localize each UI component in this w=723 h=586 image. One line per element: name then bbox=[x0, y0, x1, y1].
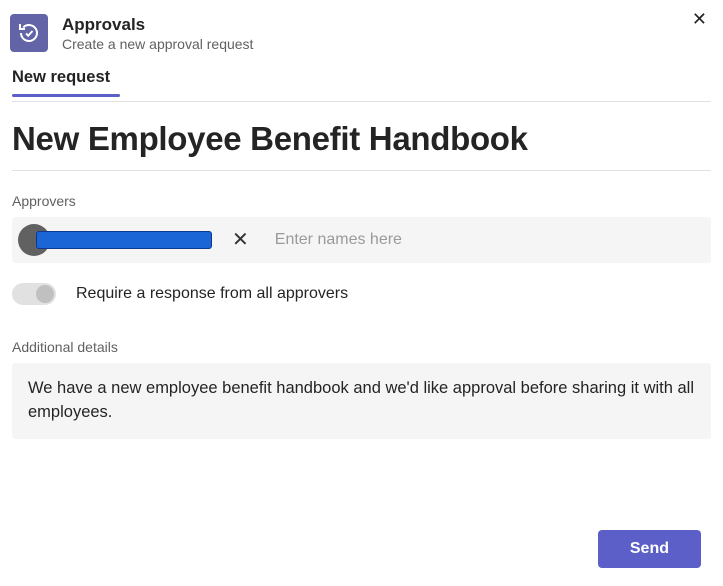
tab-underline bbox=[12, 94, 120, 97]
content-area: New Employee Benefit Handbook Approvers … bbox=[0, 120, 723, 439]
approver-chip[interactable] bbox=[36, 231, 212, 249]
approvers-field[interactable]: ✕ bbox=[12, 217, 711, 263]
additional-details-input[interactable]: We have a new employee benefit handbook … bbox=[12, 363, 711, 439]
footer: Send bbox=[598, 530, 701, 568]
require-response-label: Require a response from all approvers bbox=[76, 285, 348, 303]
remove-approver-icon[interactable]: ✕ bbox=[232, 230, 249, 250]
tab-new-request[interactable]: New request bbox=[12, 68, 110, 93]
tab-bar: New request bbox=[0, 60, 723, 97]
send-button[interactable]: Send bbox=[598, 530, 701, 568]
divider bbox=[12, 170, 711, 171]
approvals-icon bbox=[10, 14, 48, 52]
close-button[interactable]: ✕ bbox=[692, 10, 707, 28]
require-response-row: Require a response from all approvers bbox=[12, 283, 711, 305]
approvers-label: Approvers bbox=[12, 193, 711, 209]
toggle-thumb bbox=[36, 285, 54, 303]
divider bbox=[12, 101, 711, 102]
approvers-input[interactable] bbox=[275, 221, 703, 259]
header-text: Approvals Create a new approval request bbox=[62, 15, 253, 52]
page-title: New Employee Benefit Handbook bbox=[12, 120, 711, 158]
require-response-toggle[interactable] bbox=[12, 283, 56, 305]
app-subtitle: Create a new approval request bbox=[62, 36, 253, 52]
dialog-header: Approvals Create a new approval request bbox=[0, 0, 723, 60]
app-title: Approvals bbox=[62, 15, 253, 35]
additional-details-label: Additional details bbox=[12, 339, 711, 355]
